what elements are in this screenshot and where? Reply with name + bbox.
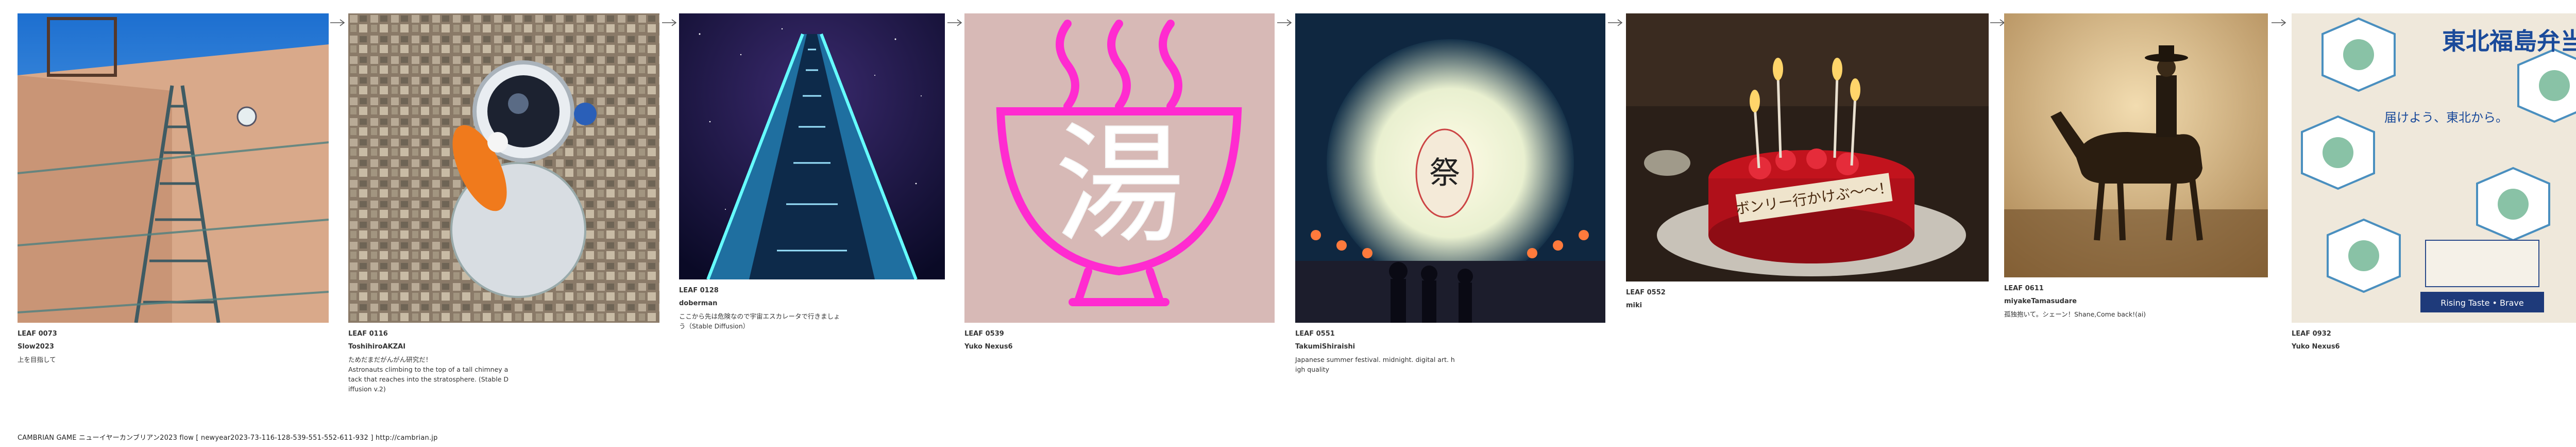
author-name[interactable]: TakumiShiraishi [1295, 342, 1605, 352]
bento-subtitle: 届けよう、東北から。 [2384, 110, 2508, 125]
flow-arrow-icon [662, 19, 677, 27]
leaf-id[interactable]: LEAF 0552 [1626, 288, 1989, 297]
flow-arrow-icon [947, 19, 962, 27]
author-name[interactable]: miyakeTamasudare [2004, 296, 2268, 306]
leaf-card[interactable]: 祭 LEAF 0551 TakumiShiraishi Japanese sum… [1295, 13, 1605, 374]
leaf-id[interactable]: LEAF 0073 [18, 329, 329, 339]
leaf-thumbnail[interactable] [18, 13, 329, 323]
leaf-thumbnail[interactable]: ボンリー行かけぶ～～！ [1626, 13, 1989, 282]
flow-arrow-icon [1607, 19, 1623, 27]
prompt-text: ためだまだがんがん研究だ！ Astronauts climbing to the… [348, 356, 509, 393]
bento-label: Rising Taste • Brave [2441, 298, 2523, 308]
leaf-id[interactable]: LEAF 0551 [1295, 329, 1605, 339]
author-name[interactable]: ToshihiroAKZAI [348, 342, 659, 352]
author-name[interactable]: Yuko Nexus6 [2292, 342, 2576, 352]
leaf-thumbnail[interactable]: 祭 [1295, 13, 1605, 323]
leaf-id[interactable]: LEAF 0128 [679, 286, 945, 295]
flow-arrow-icon [330, 19, 345, 27]
onsen-kanji: 湯 [1055, 110, 1184, 260]
leaf-card[interactable]: ボンリー行かけぶ～～！ LEAF 0552 miki [1626, 13, 1989, 313]
leaf-id[interactable]: LEAF 0932 [2292, 329, 2576, 339]
prompt-text: 孤独抱いて。シェーン！Shane,Come back!(ai) [2004, 310, 2146, 318]
flow-arrow-icon [1990, 19, 2005, 27]
author-name[interactable]: Slow2023 [18, 342, 329, 352]
leaf-card[interactable]: 湯 LEAF 0539 Yuko Nexus6 [964, 13, 1275, 355]
svg-text:祭: 祭 [1429, 155, 1460, 191]
author-name[interactable]: miki [1626, 301, 1989, 310]
leaf-card[interactable]: LEAF 0116 ToshihiroAKZAI ためだまだがんがん研究だ！ A… [348, 13, 659, 394]
leaf-thumbnail[interactable] [2004, 13, 2268, 277]
bento-title: 東北福島弁当 [2442, 27, 2576, 55]
leaf-thumbnail[interactable] [348, 13, 659, 323]
author-name[interactable]: doberman [679, 299, 945, 308]
prompt-text: ここから先は危険なので宇宙エスカレータで行きましょ う（Stable Diffu… [679, 312, 840, 330]
flow-arrow-icon [2271, 19, 2286, 27]
leaf-thumbnail[interactable]: 東北福島弁当 届けよう、東北から。 Rising Taste • Brave [2292, 13, 2576, 323]
footer-flow-text[interactable]: CAMBRIAN GAME ニューイヤーカンブリアン2023 flow [ ne… [18, 432, 438, 442]
leaf-card[interactable]: 東北福島弁当 届けよう、東北から。 Rising Taste • Brave L… [2292, 13, 2576, 355]
leaf-card[interactable]: LEAF 0073 Slow2023 上を目指して [18, 13, 329, 365]
leaf-card[interactable]: LEAF 0128 doberman ここから先は危険なので宇宙エスカレータで行… [679, 13, 945, 331]
prompt-text: Japanese summer festival. midnight. digi… [1295, 356, 1455, 373]
author-name[interactable]: Yuko Nexus6 [964, 342, 1275, 352]
leaf-thumbnail[interactable] [679, 13, 945, 279]
leaf-card[interactable]: LEAF 0611 miyakeTamasudare 孤独抱いて。シェーン！Sh… [2004, 13, 2268, 319]
leaf-id[interactable]: LEAF 0539 [964, 329, 1275, 339]
leaf-id[interactable]: LEAF 0116 [348, 329, 659, 339]
flow-arrow-icon [1277, 19, 1292, 27]
leaf-id[interactable]: LEAF 0611 [2004, 284, 2268, 293]
leaf-thumbnail[interactable]: 湯 [964, 13, 1275, 323]
prompt-text: 上を目指して [18, 356, 56, 363]
